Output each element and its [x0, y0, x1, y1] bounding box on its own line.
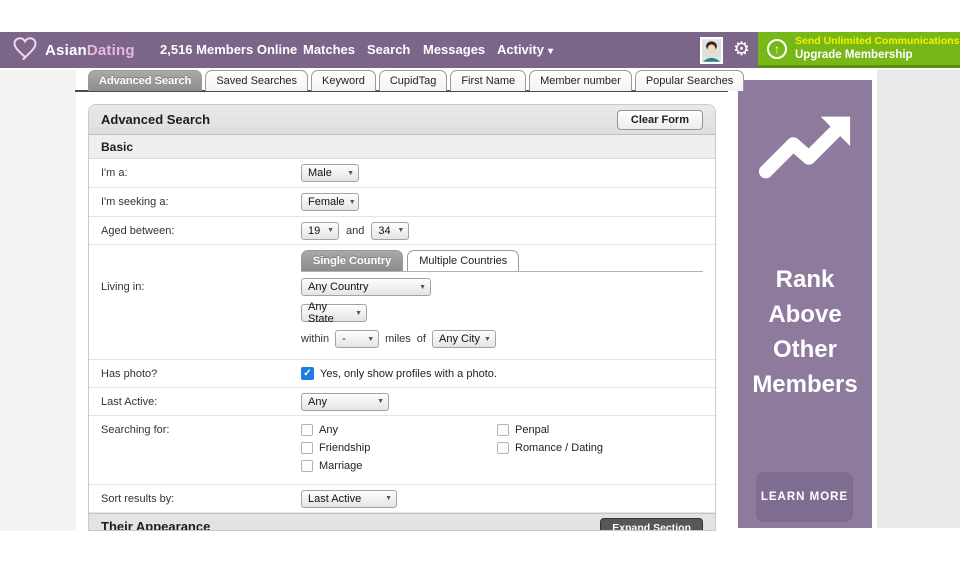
tab-cupidtag[interactable]: CupidTag: [379, 70, 447, 91]
page-background-left: [0, 70, 76, 531]
seeking-row: I'm seeking a: Female ▼: [89, 188, 715, 217]
trending-up-icon: [756, 106, 854, 190]
page-background-right: [877, 70, 960, 528]
section-their-appearance-header: Their Appearance Expand Section: [89, 513, 715, 530]
age-max-select[interactable]: 34 ▼: [371, 222, 409, 240]
form-title: Advanced Search: [101, 112, 210, 127]
checkbox-penpal[interactable]: [497, 424, 509, 436]
dropdown-arrow-icon: ▼: [349, 199, 356, 206]
searching-for-label: Searching for:: [101, 424, 301, 436]
dropdown-arrow-icon: ▼: [484, 336, 491, 343]
im-a-select[interactable]: Male ▼: [301, 164, 359, 182]
dropdown-arrow-icon: ▼: [355, 310, 362, 317]
check-icon: ✓: [303, 369, 311, 379]
last-active-select[interactable]: Any ▼: [301, 393, 389, 411]
tab-first-name[interactable]: First Name: [450, 70, 526, 91]
dropdown-arrow-icon: ▼: [377, 398, 384, 405]
living-in-label: Living in:: [101, 281, 301, 293]
has-photo-row: Has photo? ✓ Yes, only show profiles wit…: [89, 360, 715, 388]
upgrade-arrow-icon: ↑: [767, 39, 787, 59]
sort-results-select[interactable]: Last Active ▼: [301, 490, 397, 508]
ad-headline: Rank Above Other Members: [738, 262, 872, 402]
dropdown-arrow-icon: ▼: [385, 495, 392, 502]
tab-member-number[interactable]: Member number: [529, 70, 632, 91]
upgrade-membership-button[interactable]: ↑ Send Unlimited Communications Upgrade …: [758, 32, 960, 68]
advanced-search-form: Advanced Search Clear Form Basic I'm a: …: [88, 104, 716, 531]
searching-for-column-1: Any Friendship Marriage: [301, 424, 497, 472]
heart-icon: [12, 36, 38, 65]
dropdown-arrow-icon: ▼: [419, 284, 426, 291]
chevron-down-icon: ▾: [548, 46, 553, 57]
distance-select[interactable]: - ▼: [335, 330, 379, 348]
within-miles-row: within - ▼ miles of Any City ▼: [301, 330, 496, 348]
tab-popular-searches[interactable]: Popular Searches: [635, 70, 744, 91]
age-min-select[interactable]: 19 ▼: [301, 222, 339, 240]
dropdown-arrow-icon: ▼: [347, 170, 354, 177]
seeking-label: I'm seeking a:: [101, 196, 301, 208]
nav-activity-dropdown[interactable]: Activity▾: [497, 32, 553, 68]
expand-section-button[interactable]: Expand Section: [600, 518, 703, 530]
nav-search[interactable]: Search: [367, 32, 410, 68]
nav-messages[interactable]: Messages: [423, 32, 485, 68]
checkbox-romance-dating[interactable]: [497, 442, 509, 454]
within-label: within: [301, 333, 329, 345]
dropdown-arrow-icon: ▼: [367, 336, 374, 343]
brand-logo[interactable]: AsianDating: [12, 32, 135, 68]
search-type-tab-bar: Advanced Search Saved Searches Keyword C…: [88, 70, 744, 91]
searching-for-row: Searching for: Any Friendship Marriage: [89, 416, 715, 485]
country-select[interactable]: Any Country ▼: [301, 278, 431, 296]
aged-between-row: Aged between: 19 ▼ and 34 ▼: [89, 217, 715, 245]
promo-line2: Upgrade Membership: [795, 48, 960, 62]
form-header: Advanced Search Clear Form: [89, 105, 715, 135]
promo-line1: Send Unlimited Communications: [795, 35, 960, 48]
asiandating-advanced-search-page: AsianDating 2,516 Members Online Matches…: [0, 0, 960, 561]
dropdown-arrow-icon: ▼: [327, 227, 334, 234]
gear-icon[interactable]: ⚙: [733, 32, 750, 68]
has-photo-checkbox[interactable]: ✓: [301, 367, 314, 380]
dropdown-arrow-icon: ▼: [397, 227, 404, 234]
living-in-row: Living in: Single Country Multiple Count…: [89, 245, 715, 360]
seeking-select[interactable]: Female ▼: [301, 193, 359, 211]
aged-conjunction: and: [346, 225, 364, 237]
checkbox-marriage[interactable]: [301, 460, 313, 472]
tab-multiple-countries[interactable]: Multiple Countries: [407, 250, 519, 271]
tab-keyword[interactable]: Keyword: [311, 70, 376, 91]
state-select[interactable]: Any State ▼: [301, 304, 367, 322]
nav-matches[interactable]: Matches: [303, 32, 355, 68]
learn-more-button[interactable]: LEARN MORE: [756, 472, 853, 522]
clear-form-button[interactable]: Clear Form: [617, 110, 703, 130]
aged-between-label: Aged between:: [101, 225, 301, 237]
checkbox-any[interactable]: [301, 424, 313, 436]
their-appearance-title: Their Appearance: [101, 519, 210, 530]
last-active-row: Last Active: Any ▼: [89, 388, 715, 416]
has-photo-text: Yes, only show profiles with a photo.: [320, 368, 497, 380]
sort-results-row: Sort results by: Last Active ▼: [89, 485, 715, 513]
searching-for-column-2: Penpal Romance / Dating: [497, 424, 603, 454]
im-a-label: I'm a:: [101, 167, 301, 179]
avatar-photo: [702, 39, 721, 62]
tab-advanced-search[interactable]: Advanced Search: [88, 70, 202, 91]
has-photo-label: Has photo?: [101, 368, 301, 380]
tab-saved-searches[interactable]: Saved Searches: [205, 70, 308, 91]
members-online-counter[interactable]: 2,516 Members Online: [160, 32, 297, 68]
brand-name: AsianDating: [45, 42, 135, 59]
user-avatar[interactable]: [700, 37, 723, 64]
of-label: of: [417, 333, 426, 345]
tab-single-country[interactable]: Single Country: [301, 250, 403, 271]
miles-label: miles: [385, 333, 411, 345]
im-a-row: I'm a: Male ▼: [89, 159, 715, 188]
city-select[interactable]: Any City ▼: [432, 330, 496, 348]
rank-above-members-ad[interactable]: Rank Above Other Members LEARN MORE: [738, 80, 872, 528]
section-basic-header: Basic: [89, 135, 715, 159]
country-mode-tab-bar: Single Country Multiple Countries: [301, 250, 703, 272]
top-navigation-bar: AsianDating 2,516 Members Online Matches…: [0, 32, 960, 68]
last-active-label: Last Active:: [101, 396, 301, 408]
checkbox-friendship[interactable]: [301, 442, 313, 454]
sort-results-label: Sort results by:: [101, 493, 301, 505]
